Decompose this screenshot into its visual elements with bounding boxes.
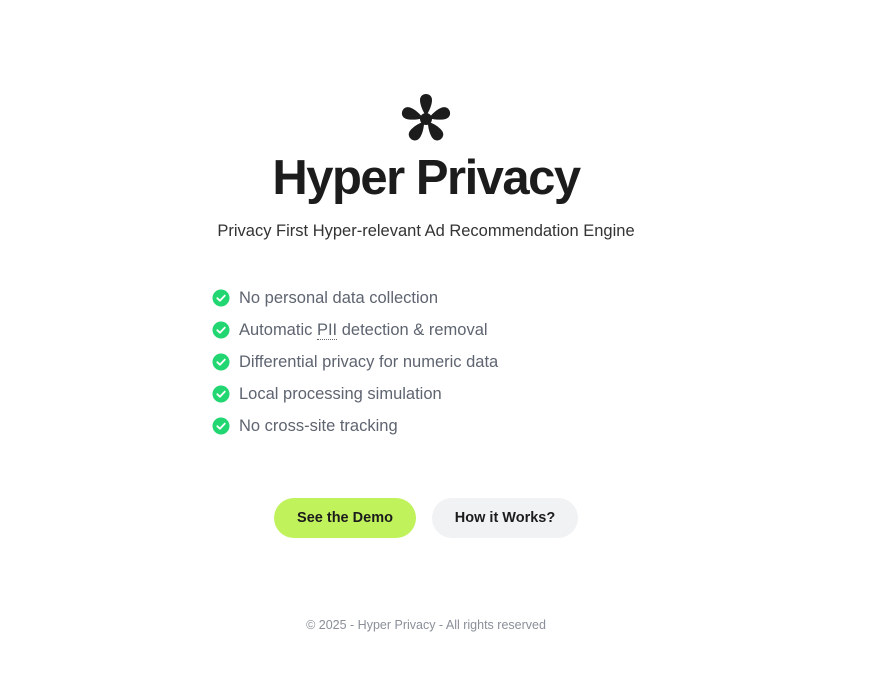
feature-label: Local processing simulation [239,384,442,403]
feature-label: Differential privacy for numeric data [239,352,499,371]
page-subtitle: Privacy First Hyper-relevant Ad Recommen… [217,222,635,240]
check-circle-icon [212,385,230,403]
asterisk-logo-icon [401,94,451,141]
feature-item: Automatic PII detection & removal [212,314,498,346]
check-circle-icon [212,321,230,339]
feature-item: No personal data collection [212,282,498,314]
feature-label: Automatic PII detection & removal [239,320,488,340]
pii-abbreviation: PII [316,320,338,340]
feature-list: No personal data collection Automatic PI… [212,282,498,442]
page-title: Hyper Privacy [272,151,581,205]
how-it-works-button[interactable]: How it Works? [432,498,578,538]
feature-label: No cross-site tracking [239,416,398,435]
feature-label-end: detection & removal [337,320,488,339]
feature-label-start: Automatic [239,320,317,339]
feature-item: No cross-site tracking [212,410,498,442]
feature-item: Local processing simulation [212,378,498,410]
see-demo-button[interactable]: See the Demo [274,498,416,538]
feature-label: No personal data collection [239,288,439,307]
feature-item: Differential privacy for numeric data [212,346,498,378]
check-circle-icon [212,417,230,435]
check-circle-icon [212,353,230,371]
footer-copyright: © 2025 - Hyper Privacy - All rights rese… [306,618,546,632]
check-circle-icon [212,289,230,307]
